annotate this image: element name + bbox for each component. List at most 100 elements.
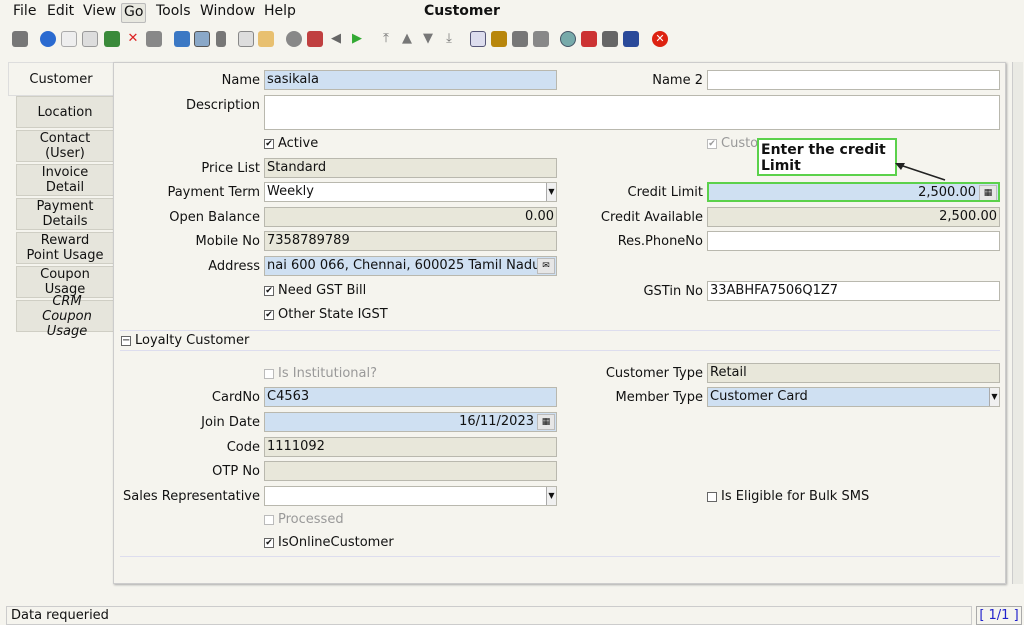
request-icon[interactable] <box>602 31 618 47</box>
active-label: Active <box>278 136 319 151</box>
creditlimit-value: 2,500.00 <box>918 185 976 200</box>
tab-payment-details[interactable]: Payment Details <box>16 198 114 230</box>
help-icon[interactable] <box>40 31 56 47</box>
loyalty-section-label: Loyalty Customer <box>135 333 250 348</box>
otp-label: OTP No <box>212 464 260 479</box>
product-icon[interactable] <box>512 31 528 47</box>
joindate-field[interactable]: 16/11/2023 ▦ <box>264 412 557 432</box>
new-icon[interactable] <box>61 31 77 47</box>
home-icon[interactable] <box>307 31 323 47</box>
institutional-checkbox[interactable]: Is Institutional? <box>264 366 377 382</box>
undo-icon[interactable] <box>12 31 28 47</box>
menu-file[interactable]: File <box>11 3 38 23</box>
last-icon[interactable]: ⤓ <box>441 31 457 47</box>
mobile-field[interactable]: 7358789789 <box>264 231 557 251</box>
gstbill-checkbox[interactable]: ✔ Need GST Bill <box>264 283 366 299</box>
name-field[interactable]: sasikala <box>264 70 557 90</box>
membertype-select[interactable]: Customer Card ▼ <box>707 387 1000 407</box>
pricelist-label: Price List <box>201 161 260 176</box>
save-icon[interactable] <box>104 31 120 47</box>
check-icon: ✔ <box>264 538 274 548</box>
tab-invoice-detail[interactable]: Invoice Detail <box>16 164 114 196</box>
salesrep-select[interactable]: ▼ <box>264 486 557 506</box>
paymentterm-select[interactable]: Weekly ▼ <box>264 182 557 202</box>
annotation-callout: Enter the credit Limit <box>757 138 897 176</box>
onlinecustomer-checkbox[interactable]: ✔ IsOnlineCustomer <box>264 535 394 551</box>
find-icon[interactable] <box>194 31 210 47</box>
section-divider <box>120 330 1000 331</box>
description-label: Description <box>185 98 260 113</box>
loyalty-section-toggle[interactable]: − Loyalty Customer <box>121 333 249 349</box>
delete-icon[interactable]: ✕ <box>125 31 141 47</box>
processed-label: Processed <box>278 512 344 527</box>
mobile-label: Mobile No <box>195 234 260 249</box>
description-field[interactable] <box>264 95 1000 130</box>
menu-view[interactable]: View <box>81 3 118 23</box>
forward-icon[interactable]: ▶ <box>349 31 365 47</box>
refresh-icon[interactable] <box>174 31 190 47</box>
tab-location[interactable]: Location <box>16 96 114 128</box>
address-field[interactable]: nai 600 066, Chennai, 600025 Tamil Nadu ✉ <box>264 256 557 276</box>
next-icon[interactable]: ▼ <box>420 31 436 47</box>
lock-icon[interactable] <box>491 31 507 47</box>
joindate-label: Join Date <box>201 415 260 430</box>
report-icon[interactable] <box>470 31 486 47</box>
copy-icon[interactable] <box>82 31 98 47</box>
otherstate-checkbox[interactable]: ✔ Other State IGST <box>264 307 388 323</box>
back-icon[interactable]: ◀ <box>328 31 344 47</box>
chevron-down-icon[interactable]: ▼ <box>989 388 999 406</box>
previous-icon[interactable]: ▲ <box>399 31 415 47</box>
menu-tools[interactable]: Tools <box>154 3 193 23</box>
joindate-value: 16/11/2023 <box>459 414 534 429</box>
menu-window[interactable]: Window <box>198 3 257 23</box>
tab-customer[interactable]: Customer <box>8 62 113 96</box>
customer-checkbox[interactable]: ✔ Custo <box>707 136 758 152</box>
tab-contact-user[interactable]: Contact (User) <box>16 130 114 162</box>
pricelist-field: Standard <box>264 158 557 178</box>
tab-crm-coupon-usage[interactable]: CRM Coupon Usage <box>16 294 114 339</box>
cardno-field[interactable]: C4563 <box>264 387 557 407</box>
location-icon[interactable]: ✉ <box>537 258 555 274</box>
name-label: Name <box>221 73 260 88</box>
menu-edit[interactable]: Edit <box>45 3 76 23</box>
print-preview-icon[interactable] <box>146 31 162 47</box>
active-checkbox[interactable]: ✔ Active <box>264 136 318 152</box>
gstin-field[interactable]: 33ABHFA7506Q1Z7 <box>707 281 1000 301</box>
workflow-icon[interactable] <box>581 31 597 47</box>
menu-go[interactable]: Go <box>121 3 147 23</box>
chevron-down-icon[interactable]: ▼ <box>546 487 556 505</box>
chat-icon[interactable] <box>258 31 274 47</box>
zoom-icon[interactable] <box>560 31 576 47</box>
history-icon[interactable] <box>238 31 254 47</box>
processed-checkbox[interactable]: Processed <box>264 512 344 528</box>
attachment-icon[interactable] <box>216 31 226 47</box>
tab-label: Location <box>37 104 93 120</box>
close-icon[interactable]: ✕ <box>652 31 668 47</box>
calendar-icon[interactable]: ▦ <box>537 414 555 430</box>
menu-help[interactable]: Help <box>262 3 298 23</box>
cardno-label: CardNo <box>211 390 260 405</box>
database-icon[interactable] <box>623 31 639 47</box>
resphone-field[interactable] <box>707 231 1000 251</box>
customertype-field: Retail <box>707 363 1000 383</box>
record-counter[interactable]: [ 1/1 ] <box>976 606 1022 625</box>
vertical-scrollbar[interactable] <box>1012 62 1023 584</box>
bulksms-label: Is Eligible for Bulk SMS <box>721 489 870 504</box>
check-icon: ✔ <box>264 139 274 149</box>
tab-label: Customer <box>29 71 93 87</box>
creditlimit-field[interactable]: 2,500.00 ▦ <box>707 182 1000 202</box>
name2-field[interactable] <box>707 70 1000 90</box>
bulksms-checkbox[interactable]: Is Eligible for Bulk SMS <box>707 489 869 505</box>
menu-bar: File Edit View Go Tools Window Help Cust… <box>0 0 1024 24</box>
status-bar: Data requeried <box>6 606 972 625</box>
chevron-down-icon[interactable]: ▼ <box>546 183 556 201</box>
archive-icon[interactable] <box>286 31 302 47</box>
print-icon[interactable] <box>533 31 549 47</box>
tab-reward-point-usage[interactable]: Reward Point Usage <box>16 232 114 264</box>
resphone-label: Res.PhoneNo <box>617 234 703 249</box>
checkbox-icon <box>264 515 274 525</box>
gstbill-label: Need GST Bill <box>278 283 367 298</box>
first-icon[interactable]: ⤒ <box>378 31 394 47</box>
calculator-icon[interactable]: ▦ <box>979 185 997 200</box>
customertype-label: Customer Type <box>605 366 703 381</box>
